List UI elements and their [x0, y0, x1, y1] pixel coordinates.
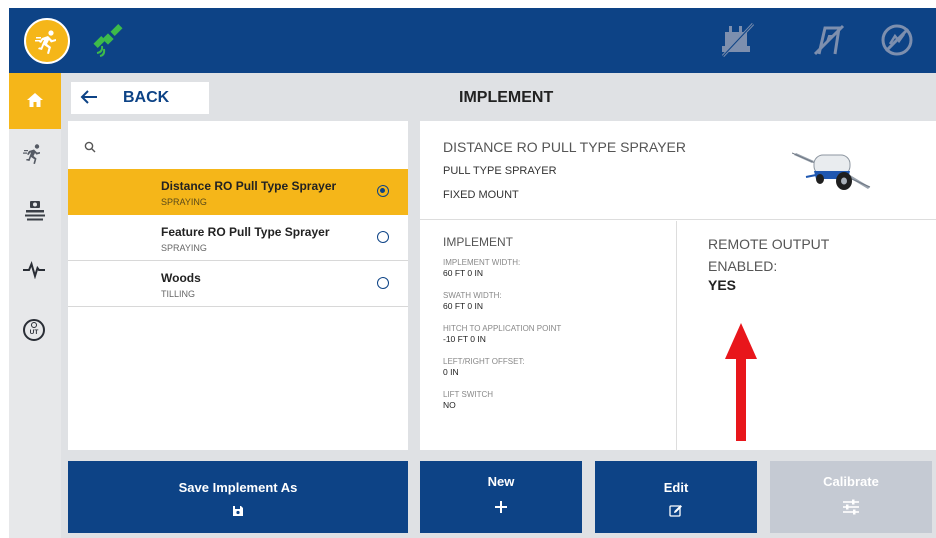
item-name: Feature RO Pull Type Sprayer: [161, 225, 330, 239]
remote-output-value: YES: [708, 277, 737, 293]
edit-button[interactable]: Edit: [595, 461, 757, 533]
item-name: Woods: [161, 271, 201, 285]
spec-value: 0 IN: [443, 367, 459, 377]
item-type: SPRAYING: [161, 243, 207, 253]
spec-label: IMPLEMENT WIDTH:: [443, 258, 521, 267]
remote-output-label: REMOTE OUTPUT ENABLED:: [708, 236, 830, 274]
new-label: New: [487, 474, 515, 489]
page-title: IMPLEMENT: [459, 89, 554, 106]
save-implement-as-label: Save Implement As: [178, 480, 298, 495]
app-window: UT BACK IMPLEMENT Distance RO Pull Type …: [9, 8, 936, 538]
item-type: SPRAYING: [161, 197, 207, 207]
implement-specs: IMPLEMENT IMPLEMENT WIDTH: 60 FT 0 IN SW…: [420, 221, 677, 450]
spec-value: 60 FT 0 IN: [443, 301, 483, 311]
spec-value: NO: [443, 400, 456, 410]
spec-value: -10 FT 0 IN: [443, 334, 486, 344]
back-label: BACK: [123, 89, 170, 106]
implement-type: PULL TYPE SPRAYER: [443, 165, 557, 177]
list-item-distance-ro[interactable]: Distance RO Pull Type Sprayer SPRAYING: [68, 169, 408, 215]
item-type: TILLING: [161, 289, 196, 299]
sidebar-item-implement[interactable]: [9, 181, 61, 241]
implement-list-panel: Distance RO Pull Type Sprayer SPRAYING F…: [68, 121, 408, 450]
sidebar: UT: [9, 73, 61, 538]
spec-label: LEFT/RIGHT OFFSET:: [443, 357, 525, 366]
save-implement-as-button[interactable]: Save Implement As: [68, 461, 408, 533]
spec-value: 60 FT 0 IN: [443, 268, 483, 278]
back-button[interactable]: BACK: [71, 82, 209, 114]
list-item-feature-ro[interactable]: Feature RO Pull Type Sprayer SPRAYING: [68, 215, 408, 261]
implement-detail-panel: DISTANCE RO PULL TYPE SPRAYER PULL TYPE …: [420, 121, 936, 450]
implement-title: DISTANCE RO PULL TYPE SPRAYER: [443, 139, 686, 155]
ut-label: UT: [29, 329, 39, 336]
item-name: Distance RO Pull Type Sprayer: [161, 179, 337, 193]
implement-icon: [25, 201, 45, 221]
sliders-icon: [843, 499, 859, 515]
no-implement-icon[interactable]: [719, 22, 757, 63]
diagnostics-icon: [23, 261, 45, 279]
red-arrow-annotation: [725, 323, 757, 441]
sprayer-image: [792, 152, 871, 190]
isobus-ut-icon: UT: [23, 319, 45, 341]
sidebar-item-diagnostics[interactable]: [9, 241, 61, 299]
spec-label: LIFT SWITCH: [443, 390, 494, 399]
search-icon[interactable]: [84, 141, 96, 153]
new-button[interactable]: New: [420, 461, 582, 533]
arrow-left-icon: [80, 90, 97, 104]
top-bar: [9, 8, 936, 73]
detail-header: DISTANCE RO PULL TYPE SPRAYER PULL TYPE …: [420, 121, 936, 220]
satellite-icon[interactable]: [91, 22, 127, 63]
edit-label: Edit: [663, 480, 689, 495]
save-icon: [233, 506, 243, 516]
sidebar-item-run[interactable]: [9, 129, 61, 181]
sidebar-item-ut[interactable]: UT: [9, 299, 61, 359]
runner-logo-icon[interactable]: [24, 18, 70, 64]
calibrate-button[interactable]: Calibrate: [770, 461, 932, 533]
list-item-woods[interactable]: Woods TILLING: [68, 261, 408, 307]
plus-icon: [495, 501, 507, 513]
spec-label: HITCH TO APPLICATION POINT: [443, 324, 562, 333]
implement-mount: FIXED MOUNT: [443, 189, 519, 201]
no-steering-icon[interactable]: [811, 22, 847, 63]
radio-selected[interactable]: [377, 185, 389, 197]
radio-unselected[interactable]: [377, 277, 389, 289]
run-icon: [23, 144, 40, 164]
radio-unselected[interactable]: [377, 231, 389, 243]
home-icon: [27, 93, 43, 107]
no-rate-icon[interactable]: [879, 22, 915, 63]
edit-icon: [669, 505, 682, 517]
specs-heading: IMPLEMENT: [443, 235, 514, 249]
sidebar-item-home[interactable]: [9, 73, 61, 129]
spec-label: SWATH WIDTH:: [443, 291, 502, 300]
calibrate-label: Calibrate: [823, 474, 879, 489]
